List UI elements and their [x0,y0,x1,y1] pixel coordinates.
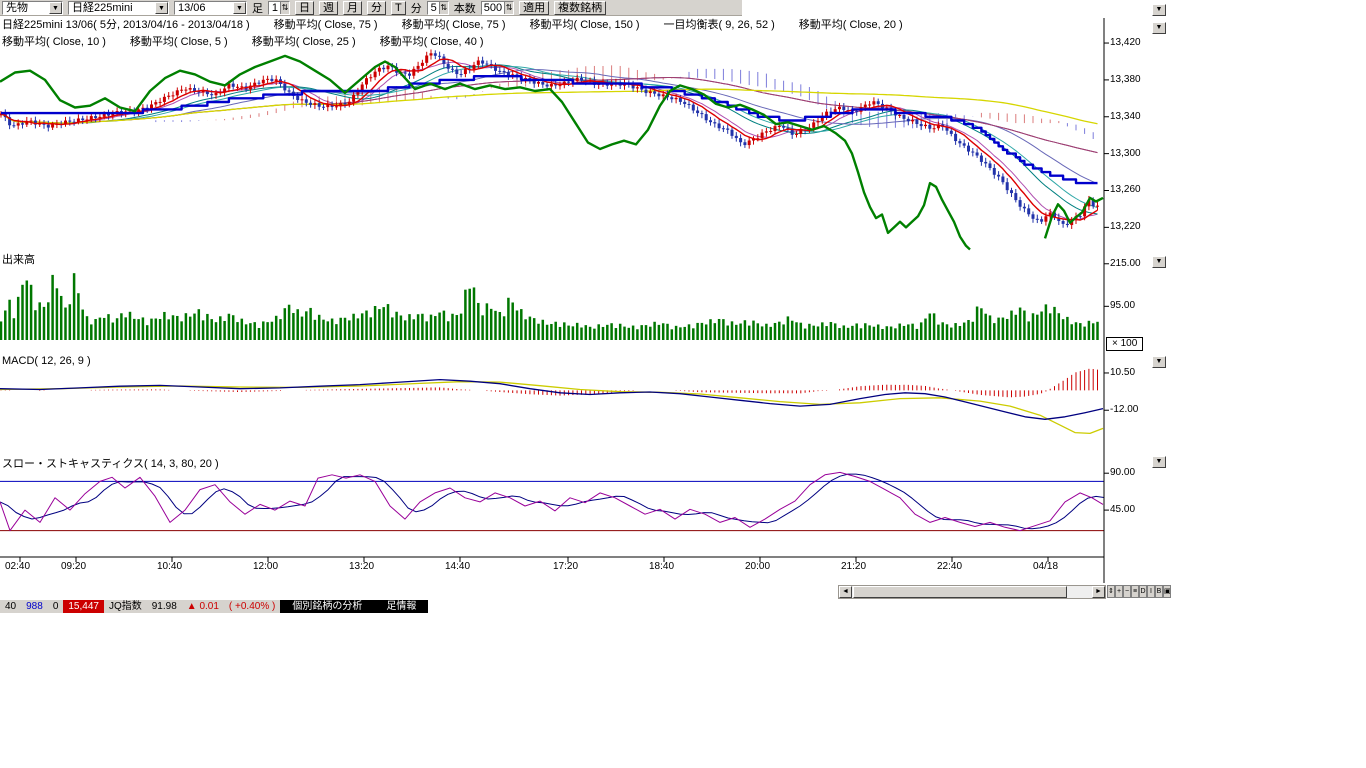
status-item: 15,447 [63,600,104,613]
bottom-tab[interactable]: 足情報 [374,600,428,613]
status-item: ▲ 0.01 [182,600,224,613]
status-item: 91.98 [147,600,182,613]
legend-item: 移動平均( Close, 150 ) [530,16,640,32]
legend-item: 移動平均( Close, 75 ) [402,16,506,32]
legend-item: 移動平均( Close, 10 ) [2,33,106,49]
indicator-legend-line1: 日経225mini 13/06( 5分, 2013/04/16 - 2013/0… [2,16,903,32]
status-item: JQ指数 [104,600,147,613]
legend-item: 一目均衡表( 9, 26, 52 ) [664,16,775,32]
stoch-pane-label: スロー・ストキャスティクス( 14, 3, 80, 20 ) [2,455,219,471]
status-item: ( +0.40% ) [224,600,280,613]
volume-pane-label: 出来高 [2,251,35,267]
legend-item: 移動平均( Close, 25 ) [252,33,356,49]
bottom-info-bar: 40988015,447JQ指数91.98▲ 0.01( +0.40% )個別銘… [0,600,428,613]
legend-item: 移動平均( Close, 40 ) [380,33,484,49]
bottom-tab[interactable]: 個別銘柄の分析 [280,600,374,613]
status-item: 40 [0,600,21,613]
indicator-legend-line2: 移動平均( Close, 10 ) 移動平均( Close, 5 ) 移動平均( C… [2,33,484,49]
status-item: 988 [21,600,48,613]
legend-item: 移動平均( Close, 75 ) [274,16,378,32]
legend-item: 移動平均( Close, 5 ) [130,33,228,49]
legend-item: 移動平均( Close, 20 ) [799,16,903,32]
chart-application-window: 先物 ▼ 日経225mini ▼ 13/06 ▼ 足 1 ⇅ 日 週 月 分 T… [0,0,1366,768]
macd-pane-label: MACD( 12, 26, 9 ) [2,355,91,367]
legend-item: 日経225mini 13/06( 5分, 2013/04/16 - 2013/0… [2,16,250,32]
chart-canvas[interactable] [0,0,1170,592]
status-item: 0 [48,600,64,613]
